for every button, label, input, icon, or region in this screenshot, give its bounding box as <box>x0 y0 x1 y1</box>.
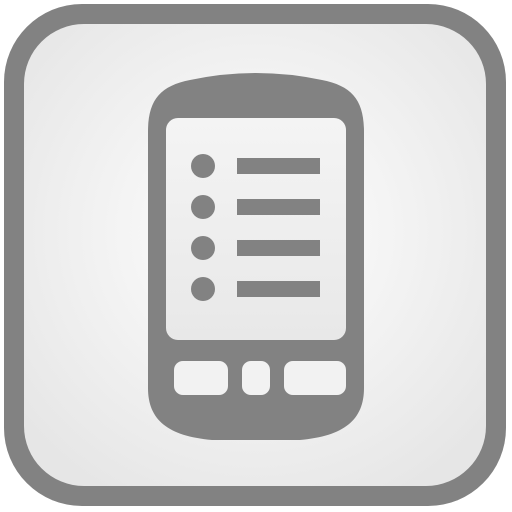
list-line-icon <box>237 240 320 256</box>
phone-list-app-icon[interactable] <box>0 0 512 512</box>
list-line-icon <box>237 199 320 215</box>
center-hardware-button <box>242 361 270 395</box>
phone-buttons <box>174 361 346 395</box>
right-hardware-button <box>284 361 346 395</box>
list-bullet-icon <box>191 236 215 260</box>
list-line-icon <box>237 281 320 297</box>
app-icon-stage <box>0 0 512 512</box>
phone-screen <box>166 118 346 340</box>
list-bullet-icon <box>191 277 215 301</box>
left-hardware-button <box>174 361 228 395</box>
list-bullet-icon <box>191 195 215 219</box>
list-line-icon <box>237 158 320 174</box>
list-bullet-icon <box>191 154 215 178</box>
